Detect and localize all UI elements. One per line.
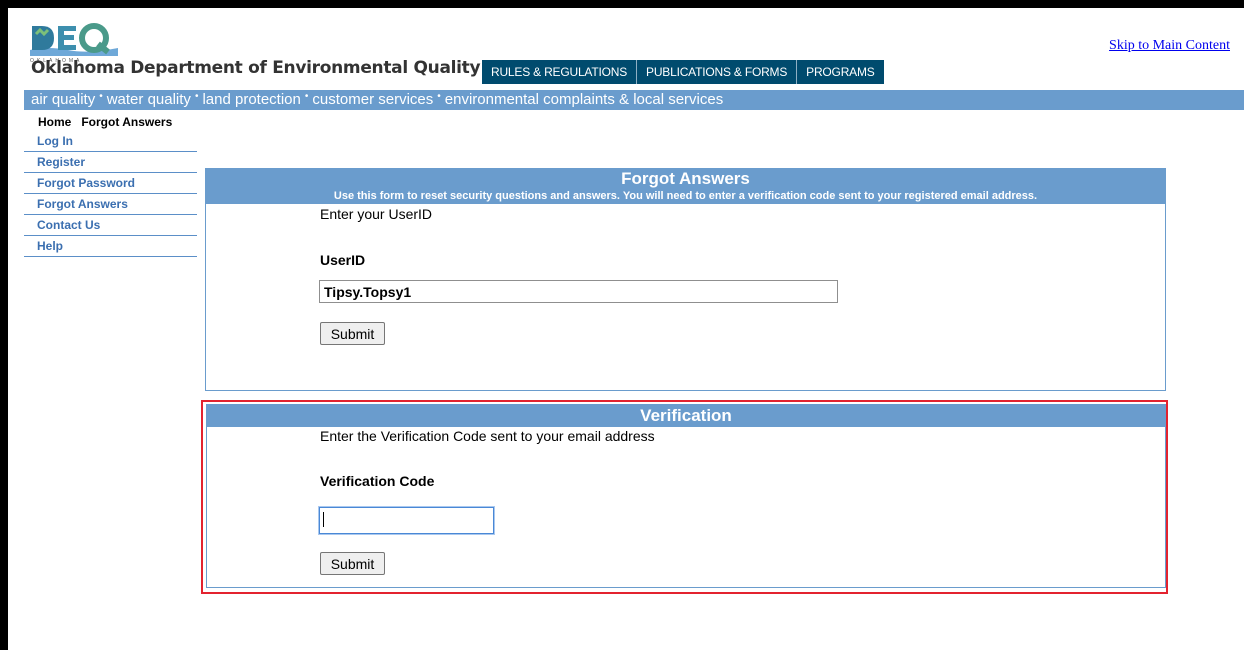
sidebar-item-help[interactable]: Help <box>24 236 197 257</box>
breadcrumb: Home Forgot Answers <box>38 115 182 129</box>
userid-instruction: Enter your UserID <box>320 206 433 222</box>
nav-water-quality[interactable]: water quality <box>107 91 191 108</box>
userid-label: UserID <box>320 252 366 268</box>
window-top-border <box>0 0 1244 8</box>
nav-customer-services[interactable]: customer services <box>312 91 433 108</box>
tab-programs[interactable]: PROGRAMS <box>797 60 884 84</box>
nav-air-quality[interactable]: air quality <box>24 91 95 108</box>
userid-submit-button[interactable]: Submit <box>320 322 385 345</box>
nav-separator: • <box>304 91 309 102</box>
skip-to-main-content-link[interactable]: Skip to Main Content <box>1109 38 1230 54</box>
nav-separator: • <box>194 91 199 102</box>
sidebar-item-log-in[interactable]: Log In <box>24 131 197 152</box>
verification-code-input[interactable] <box>319 507 494 534</box>
verification-instruction: Enter the Verification Code sent to your… <box>320 428 655 444</box>
forgot-answers-subtitle: Use this form to reset security question… <box>333 190 1038 202</box>
sidebar-item-contact-us[interactable]: Contact Us <box>24 215 197 236</box>
forgot-answers-header: Forgot Answers Use this form to reset se… <box>206 169 1165 204</box>
nav-environmental-complaints[interactable]: environmental complaints & local service… <box>445 91 723 108</box>
nav-land-protection[interactable]: land protection <box>202 91 300 108</box>
program-nav-bar: air quality • water quality • land protectio… <box>24 90 1244 110</box>
window-left-border <box>0 0 8 650</box>
userid-input[interactable] <box>319 280 838 303</box>
text-caret <box>323 512 324 527</box>
sidebar-item-register[interactable]: Register <box>24 152 197 173</box>
sidebar-item-forgot-answers[interactable]: Forgot Answers <box>24 194 197 215</box>
breadcrumb-current: Forgot Answers <box>81 115 173 129</box>
forgot-answers-title: Forgot Answers <box>621 169 750 188</box>
sidebar-menu: Log In Register Forgot Password Forgot A… <box>24 131 197 257</box>
tab-rules-regulations[interactable]: RULES & REGULATIONS <box>482 60 638 84</box>
nav-separator: • <box>437 91 441 102</box>
breadcrumb-home[interactable]: Home <box>38 115 71 129</box>
nav-separator: • <box>99 91 103 102</box>
tab-publications-forms[interactable]: PUBLICATIONS & FORMS <box>637 60 798 84</box>
verification-code-label: Verification Code <box>320 473 435 489</box>
top-tabs: RULES & REGULATIONS PUBLICATIONS & FORMS… <box>482 60 884 84</box>
sidebar-item-forgot-password[interactable]: Forgot Password <box>24 173 197 194</box>
agency-name: Oklahoma Department of Environmental Qua… <box>31 58 481 78</box>
verification-submit-button[interactable]: Submit <box>320 552 385 575</box>
